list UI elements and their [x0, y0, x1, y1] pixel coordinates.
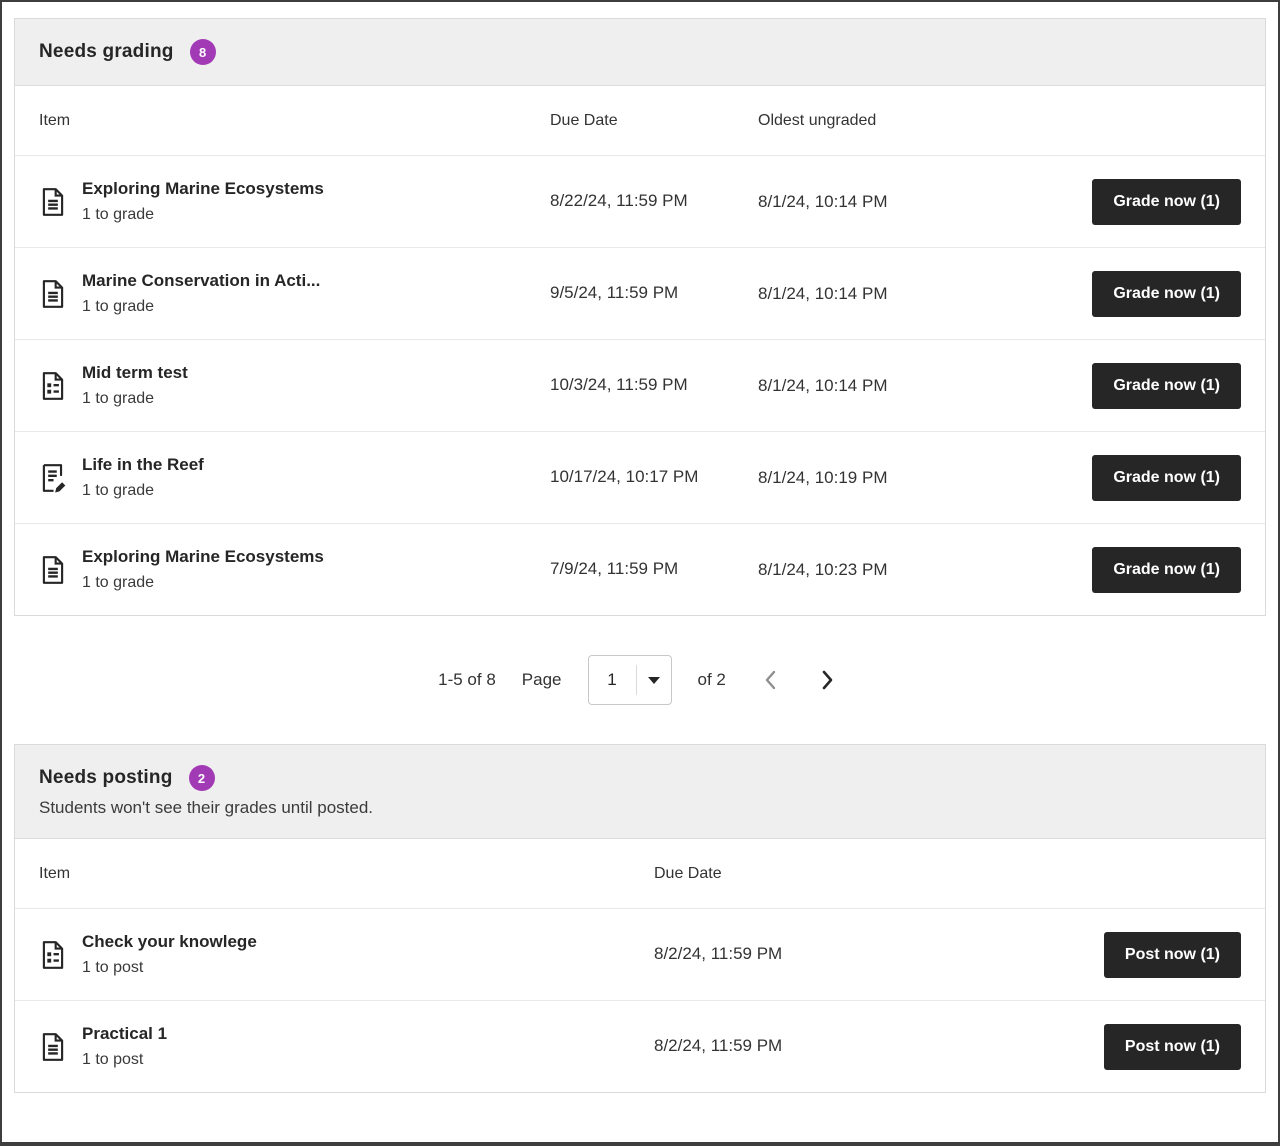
table-row: Exploring Marine Ecosystems 1 to grade 8…	[15, 155, 1265, 247]
oldest-ungraded: 8/1/24, 10:14 PM	[758, 192, 1088, 212]
due-date: 9/5/24, 11:59 PM	[550, 280, 758, 306]
table-row: Mid term test 1 to grade 10/3/24, 11:59 …	[15, 339, 1265, 431]
document-icon	[39, 279, 69, 309]
column-header-due-date: Due Date	[550, 112, 758, 130]
post-now-button[interactable]: Post now (1)	[1104, 1024, 1241, 1070]
item-subtitle: 1 to post	[82, 959, 257, 977]
document-icon	[39, 555, 69, 585]
needs-posting-card: Needs posting 2 Students won't see their…	[14, 744, 1266, 1093]
column-header-item: Item	[39, 865, 654, 883]
grade-now-button[interactable]: Grade now (1)	[1092, 547, 1241, 593]
due-date: 8/2/24, 11:59 PM	[654, 941, 1104, 967]
grade-now-button[interactable]: Grade now (1)	[1092, 363, 1241, 409]
item-title: Practical 1	[82, 1024, 167, 1044]
prev-page-button[interactable]	[756, 663, 786, 697]
needs-grading-title: Needs grading	[39, 41, 174, 63]
grade-now-button[interactable]: Grade now (1)	[1092, 179, 1241, 225]
table-row: Marine Conservation in Acti... 1 to grad…	[15, 247, 1265, 339]
needs-posting-subtitle: Students won't see their grades until po…	[39, 798, 1241, 818]
grade-now-button[interactable]: Grade now (1)	[1092, 455, 1241, 501]
needs-grading-header: Needs grading 8	[15, 19, 1265, 86]
due-date: 8/22/24, 11:59 PM	[550, 188, 758, 214]
item-title: Exploring Marine Ecosystems	[82, 179, 324, 199]
due-date: 8/2/24, 11:59 PM	[654, 1033, 1104, 1059]
needs-posting-title: Needs posting	[39, 767, 173, 789]
item-subtitle: 1 to grade	[82, 206, 324, 224]
pagination-range: 1-5 of 8	[438, 670, 496, 690]
item-subtitle: 1 to grade	[82, 574, 324, 592]
needs-grading-column-headers: Item Due Date Oldest ungraded	[15, 86, 1265, 155]
document-icon	[39, 1032, 69, 1062]
oldest-ungraded: 8/1/24, 10:14 PM	[758, 376, 1088, 396]
oldest-ungraded: 8/1/24, 10:14 PM	[758, 284, 1088, 304]
page-total: of 2	[698, 670, 726, 690]
oldest-ungraded: 8/1/24, 10:23 PM	[758, 560, 1088, 580]
page-select[interactable]: 1	[588, 655, 672, 705]
needs-grading-card: Needs grading 8 Item Due Date Oldest ung…	[14, 18, 1266, 616]
due-date: 7/9/24, 11:59 PM	[550, 556, 758, 582]
item-title: Life in the Reef	[82, 455, 204, 475]
needs-posting-count-badge: 2	[189, 765, 215, 791]
column-header-item: Item	[39, 112, 550, 130]
item-subtitle: 1 to grade	[82, 298, 320, 316]
needs-posting-column-headers: Item Due Date	[15, 839, 1265, 908]
item-title: Marine Conservation in Acti...	[82, 271, 320, 291]
oldest-ungraded: 8/1/24, 10:19 PM	[758, 468, 1088, 488]
test-icon	[39, 371, 69, 401]
page-label: Page	[522, 670, 562, 690]
needs-grading-count-badge: 8	[190, 39, 216, 65]
item-title: Mid term test	[82, 363, 188, 383]
needs-posting-header: Needs posting 2 Students won't see their…	[15, 745, 1265, 839]
chevron-left-icon	[760, 667, 782, 693]
item-subtitle: 1 to grade	[82, 390, 188, 408]
chevron-down-icon	[637, 677, 671, 684]
document-icon	[39, 187, 69, 217]
table-row: Exploring Marine Ecosystems 1 to grade 7…	[15, 523, 1265, 615]
item-title: Check your knowlege	[82, 932, 257, 952]
chevron-right-icon	[816, 667, 838, 693]
gradebook-overview-page: Needs grading 8 Item Due Date Oldest ung…	[0, 0, 1280, 1146]
page-select-value: 1	[589, 670, 636, 690]
due-date: 10/3/24, 11:59 PM	[550, 372, 758, 398]
item-title: Exploring Marine Ecosystems	[82, 547, 324, 567]
test-icon	[39, 940, 69, 970]
column-header-due-date: Due Date	[654, 865, 1241, 883]
table-row: Practical 1 1 to post 8/2/24, 11:59 PM P…	[15, 1000, 1265, 1092]
grade-now-button[interactable]: Grade now (1)	[1092, 271, 1241, 317]
table-row: Life in the Reef 1 to grade 10/17/24, 10…	[15, 431, 1265, 523]
table-row: Check your knowlege 1 to post 8/2/24, 11…	[15, 908, 1265, 1000]
item-subtitle: 1 to grade	[82, 482, 204, 500]
column-header-oldest-ungraded: Oldest ungraded	[758, 112, 1088, 130]
due-date: 10/17/24, 10:17 PM	[550, 464, 758, 490]
next-page-button[interactable]	[812, 663, 842, 697]
item-subtitle: 1 to post	[82, 1051, 167, 1069]
assignment-icon	[39, 463, 69, 493]
pagination: 1-5 of 8 Page 1 of 2	[14, 616, 1266, 744]
post-now-button[interactable]: Post now (1)	[1104, 932, 1241, 978]
